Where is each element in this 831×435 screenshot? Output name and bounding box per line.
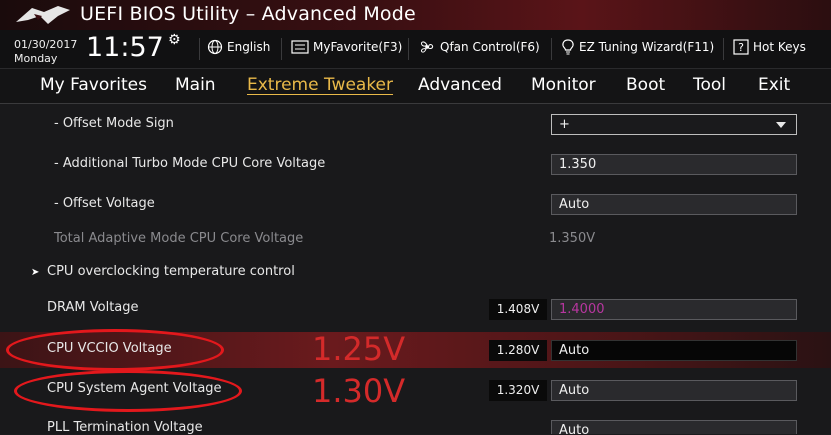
submenu-arrow-icon: ➤ [31, 267, 40, 278]
divider [551, 38, 552, 60]
offset-mode-sign-value: + [559, 117, 570, 132]
lightbulb-icon [562, 39, 574, 55]
additional-turbo-voltage-input[interactable]: 1.350 [551, 154, 797, 175]
clock-settings-gear-icon[interactable]: ⚙ [168, 32, 181, 48]
language-button[interactable]: English [207, 38, 270, 56]
cpu-vccio-voltage-reading: 1.280V [489, 340, 547, 361]
offset-mode-sign-dropdown[interactable]: + [551, 114, 797, 135]
dram-voltage-label: DRAM Voltage [47, 300, 139, 315]
divider [723, 38, 724, 60]
tab-main[interactable]: Main [175, 75, 216, 95]
system-agent-circle-annotation [14, 370, 242, 412]
ez-tuning-button[interactable]: EZ Tuning Wizard(F11) [561, 38, 714, 56]
cpu-vccio-voltage-input[interactable]: Auto [551, 340, 797, 361]
myfavorite-button[interactable]: MyFavorite(F3) [291, 38, 402, 56]
help-icon: ? [733, 39, 749, 55]
cpu-system-agent-voltage-reading: 1.320V [489, 380, 547, 401]
favorite-list-icon [291, 40, 309, 54]
offset-voltage-input[interactable]: Auto [551, 194, 797, 215]
additional-turbo-voltage-label: - Additional Turbo Mode CPU Core Voltage [54, 156, 326, 171]
qfan-button[interactable]: Qfan Control(F6) [418, 38, 540, 56]
tab-exit[interactable]: Exit [758, 75, 790, 95]
total-adaptive-voltage-value: 1.350V [549, 231, 596, 246]
title-bar: UEFI BIOS Utility – Advanced Mode [0, 0, 831, 30]
app-title: UEFI BIOS Utility – Advanced Mode [80, 3, 416, 25]
chevron-down-icon [776, 122, 786, 128]
divider [199, 38, 200, 60]
hot-keys-label: Hot Keys [753, 40, 806, 54]
myfavorite-label: MyFavorite(F3) [313, 40, 403, 54]
rog-logo-icon [16, 6, 70, 24]
svg-text:?: ? [738, 41, 744, 54]
dram-voltage-input[interactable]: 1.4000 [551, 299, 797, 320]
fan-icon [421, 41, 434, 53]
tab-my-favorites[interactable]: My Favorites [40, 75, 147, 95]
dram-voltage-reading: 1.408V [489, 299, 547, 320]
tab-boot[interactable]: Boot [626, 75, 665, 95]
cpu-system-agent-voltage-input[interactable]: Auto [551, 380, 797, 401]
tab-extreme-tweaker[interactable]: Extreme Tweaker [247, 75, 393, 95]
hot-keys-button[interactable]: ? Hot Keys [733, 38, 806, 56]
divider [408, 38, 409, 60]
tab-monitor[interactable]: Monitor [531, 75, 596, 95]
cpu-oc-temp-control-link[interactable]: CPU overclocking temperature control [47, 264, 295, 279]
divider [281, 38, 282, 60]
system-agent-annotation: 1.30V [312, 372, 406, 410]
ez-tuning-label: EZ Tuning Wizard(F11) [579, 40, 715, 54]
total-adaptive-voltage-label: Total Adaptive Mode CPU Core Voltage [54, 231, 304, 246]
tab-tool[interactable]: Tool [693, 75, 726, 95]
clock-display: 11:57 [86, 32, 164, 63]
vccio-annotation: 1.25V [312, 330, 406, 368]
date-display: 01/30/2017 [14, 38, 78, 51]
language-label: English [227, 40, 271, 54]
qfan-label: Qfan Control(F6) [440, 40, 540, 54]
offset-voltage-label: - Offset Voltage [54, 196, 155, 211]
offset-mode-sign-label: - Offset Mode Sign [54, 116, 174, 131]
pll-termination-voltage-label: PLL Termination Voltage [47, 420, 203, 435]
globe-icon [207, 39, 223, 55]
pll-termination-voltage-input[interactable]: Auto [551, 420, 797, 434]
day-display: Monday [14, 52, 58, 65]
tab-advanced[interactable]: Advanced [418, 75, 502, 95]
vccio-circle-annotation [6, 329, 224, 371]
